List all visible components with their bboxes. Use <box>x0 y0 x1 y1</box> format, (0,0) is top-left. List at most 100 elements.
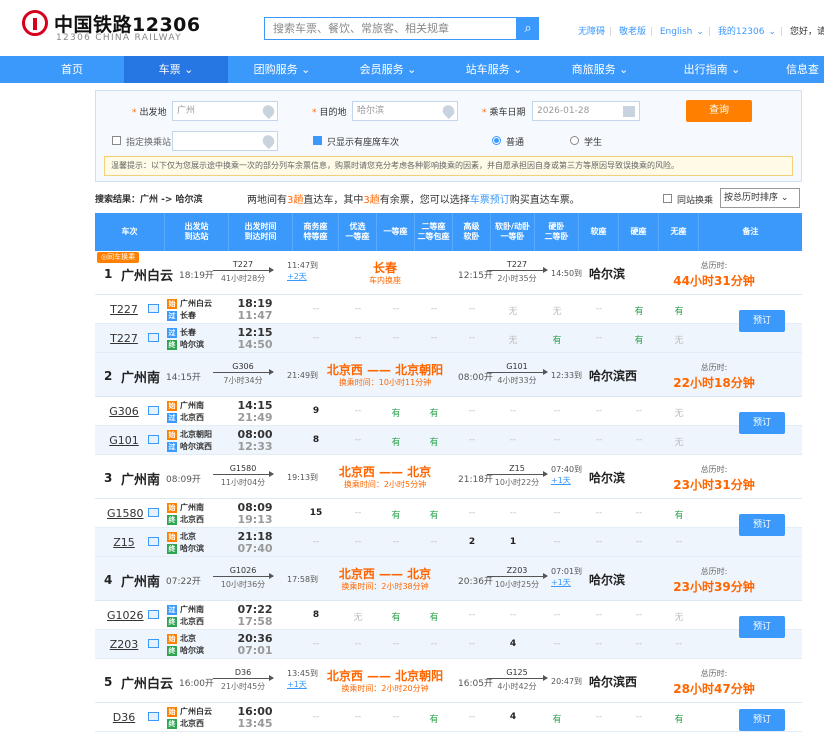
train-number-link[interactable]: D36 <box>107 711 141 724</box>
departure-time: 18:19开 <box>179 271 214 281</box>
first-leg-train[interactable]: D36 <box>213 668 273 677</box>
to-station-input[interactable]: 哈尔滨 <box>352 101 458 121</box>
first-leg: G306 7小时34分 <box>213 362 274 386</box>
search-icon[interactable]: ⌕ <box>517 17 539 40</box>
nav-guide[interactable]: 出行指南 ⌄ <box>660 56 764 83</box>
first-plus-days[interactable]: +2天 <box>287 271 318 282</box>
query-button[interactable]: 查询 <box>686 100 752 122</box>
transfer-station[interactable]: 北京西 —— 北京朝阳 <box>315 361 455 378</box>
nav-member[interactable]: 会员服务 ⌄ <box>336 56 440 83</box>
book-button[interactable]: 预订 <box>739 310 785 332</box>
book-button[interactable]: 预订 <box>739 709 785 731</box>
train-number-link[interactable]: G1026 <box>107 609 144 622</box>
leg-arrival-time: 17:58 <box>237 615 273 628</box>
transfer-station-checkbox[interactable] <box>112 136 121 145</box>
train-number-link[interactable]: T227 <box>107 332 141 345</box>
leg-arrival-name: 哈尔滨 <box>180 340 204 349</box>
book-direct-link[interactable]: 车票预订 <box>470 195 510 206</box>
from-station-input[interactable]: 广州 <box>172 101 278 121</box>
date-label: * 乘车日期 <box>482 108 526 118</box>
seat-availability: -- <box>354 435 362 445</box>
seat-availability: 无 <box>353 613 363 623</box>
nav-info[interactable]: 信息查 <box>786 56 824 83</box>
train-info-icon[interactable] <box>148 304 159 313</box>
book-button[interactable]: 预订 <box>739 412 785 434</box>
second-leg: T227 2小时35分 <box>487 260 548 284</box>
transfer-station[interactable]: 北京西 —— 北京朝阳 <box>315 667 455 684</box>
first-leg-train[interactable]: G306 <box>213 362 273 371</box>
elderly-mode-link[interactable]: 敬老版 <box>619 27 646 37</box>
journey-group: 2 广州南 14:15开 G306 7小时34分 21:49到 北京西 —— 北京朝阳 换乘时… <box>95 353 802 455</box>
nav-group[interactable]: 团购服务 ⌄ <box>230 56 334 83</box>
train-number-link[interactable]: T227 <box>107 303 141 316</box>
train-info-icon[interactable] <box>148 639 159 648</box>
seat-availability: 无 <box>552 307 562 317</box>
first-leg-duration: 7小时34分 <box>223 376 263 385</box>
first-leg-train[interactable]: G1580 <box>213 464 273 473</box>
transfer-station[interactable]: 长春 <box>315 259 455 276</box>
train-number-link[interactable]: G306 <box>107 405 141 418</box>
railway-logo-icon[interactable] <box>22 10 48 36</box>
student-ticket-radio[interactable] <box>570 136 579 145</box>
train-info-icon[interactable] <box>148 610 159 619</box>
col-no-seat: 无座 <box>659 213 699 251</box>
second-plus-days[interactable]: +1天 <box>551 475 582 486</box>
train-info-icon[interactable] <box>148 406 159 415</box>
seat-availability: -- <box>595 435 603 445</box>
second-leg-train[interactable]: T227 <box>487 260 547 269</box>
journey-index: 5 <box>104 675 113 689</box>
leg-arrival-station: 终北京西 <box>167 514 204 525</box>
train-info-icon[interactable] <box>148 333 159 342</box>
english-link[interactable]: English <box>660 27 693 37</box>
nav-station[interactable]: 站车服务 ⌄ <box>442 56 546 83</box>
train-number-link[interactable]: G101 <box>107 434 141 447</box>
calendar-icon[interactable] <box>623 106 635 117</box>
train-info-icon[interactable] <box>148 537 159 546</box>
second-leg-train[interactable]: Z15 <box>487 464 547 473</box>
end-station-badge: 过 <box>167 310 177 321</box>
start-station-badge: 始 <box>167 706 177 717</box>
train-number-link[interactable]: G1580 <box>107 507 144 520</box>
sort-select[interactable]: 按总历时排序 ⌄ <box>720 188 800 208</box>
nav-tickets[interactable]: 车票 ⌄ <box>124 56 228 83</box>
login-greeting[interactable]: 您好，请 <box>790 27 824 37</box>
second-leg-train[interactable]: Z203 <box>487 566 547 575</box>
first-leg-train[interactable]: G1026 <box>213 566 273 575</box>
second-leg-train[interactable]: G125 <box>487 668 547 677</box>
seat-availability: -- <box>392 333 400 343</box>
train-number-link[interactable]: Z15 <box>107 536 141 549</box>
leg-departure-name: 广州南 <box>180 605 204 614</box>
train-info-icon[interactable] <box>148 508 159 517</box>
book-button[interactable]: 预订 <box>739 616 785 638</box>
start-station-badge: 始 <box>167 400 177 411</box>
first-leg-duration: 21小时45分 <box>220 682 266 691</box>
seat-availability: 无 <box>674 438 684 448</box>
first-leg-train[interactable]: T227 <box>213 260 273 269</box>
second-leg-train[interactable]: G101 <box>487 362 547 371</box>
journey-legs: D36 始广州白云终北京西 16:00 13:45 -- -- -- 有 -- 4 有 -- -- 有预订 <box>95 703 802 732</box>
train-info-icon[interactable] <box>148 712 159 721</box>
nav-business[interactable]: 商旅服务 ⌄ <box>548 56 652 83</box>
nav-home[interactable]: 首页 <box>40 56 104 83</box>
transfer-station[interactable]: 北京西 —— 北京 <box>315 463 455 480</box>
seat-availability: -- <box>312 639 320 649</box>
train-number-link[interactable]: Z203 <box>107 638 141 651</box>
my-12306-link[interactable]: 我的12306 <box>718 27 765 37</box>
book-button[interactable]: 预订 <box>739 514 785 536</box>
accessibility-link[interactable]: 无障碍 <box>578 27 605 37</box>
transfer-station-input[interactable] <box>172 131 278 151</box>
second-plus-days[interactable]: +1天 <box>551 577 582 588</box>
second-leg-arrow-icon <box>487 573 548 579</box>
same-station-checkbox[interactable] <box>663 194 672 203</box>
normal-ticket-radio[interactable] <box>492 136 501 145</box>
only-seats-checkbox[interactable] <box>313 136 322 145</box>
departure-station: 广州白云 <box>121 269 174 284</box>
train-info-icon[interactable] <box>148 435 159 444</box>
transfer-station[interactable]: 北京西 —— 北京 <box>315 565 455 582</box>
first-plus-days[interactable]: +1天 <box>287 679 318 690</box>
col-remark: 备注 <box>742 227 759 236</box>
first-arrival: 17:58到 <box>287 574 318 585</box>
site-search-input[interactable]: 搜索车票、餐饮、常旅客、相关规章 <box>264 17 517 40</box>
date-input[interactable]: 2026-01-28 <box>532 101 640 121</box>
first-leg-arrow-icon <box>213 675 274 681</box>
